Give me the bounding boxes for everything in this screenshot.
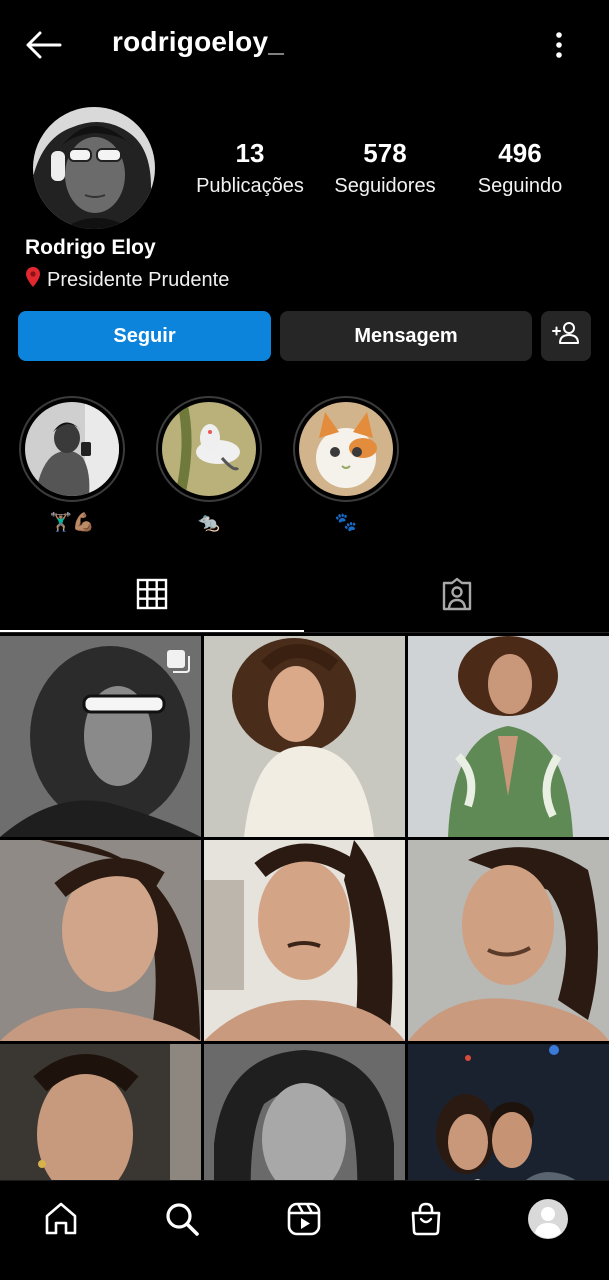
post-thumbnail[interactable] — [408, 1044, 609, 1182]
home-icon — [43, 1201, 79, 1242]
stat-seguidores[interactable]: 578 Seguidores — [325, 138, 445, 198]
location-pin-icon — [25, 266, 41, 294]
profile-avatar[interactable] — [33, 107, 155, 229]
search-icon — [164, 1201, 200, 1242]
shopping-bag-icon — [408, 1201, 444, 1242]
stat-label: Publicações — [196, 175, 304, 197]
bottom-navigation — [0, 1180, 609, 1280]
tabs-divider — [0, 632, 609, 633]
post-thumbnail[interactable] — [408, 636, 609, 837]
post-thumbnail[interactable] — [408, 840, 609, 1041]
nav-shop[interactable] — [402, 1197, 450, 1245]
stat-publicacoes[interactable]: 13 Publicações — [190, 138, 310, 198]
story-highlight-cat[interactable]: 🐾 — [293, 396, 399, 534]
post-thumbnail[interactable] — [204, 840, 405, 1041]
posts-grid — [0, 636, 609, 1182]
profile-username: rodrigoeloy_ — [112, 26, 284, 57]
post-thumbnail[interactable] — [204, 1044, 405, 1182]
stat-seguindo[interactable]: 496 Seguindo — [460, 138, 580, 198]
stat-value: 496 — [498, 138, 542, 168]
highlight-label: 🐾 — [334, 512, 358, 532]
stat-value: 13 — [235, 138, 265, 168]
story-highlight-rat[interactable]: 🐀 — [156, 396, 262, 534]
highlight-label: 🏋🏽‍♂️💪🏽 — [49, 512, 95, 532]
profile-avatar-icon — [527, 1198, 569, 1245]
stat-label: Seguindo — [477, 175, 563, 197]
tab-grid[interactable] — [0, 560, 304, 632]
follow-button[interactable]: Seguir — [18, 311, 271, 361]
nav-reels[interactable] — [280, 1197, 328, 1245]
back-arrow-icon[interactable] — [22, 27, 64, 63]
post-thumbnail[interactable] — [0, 840, 201, 1041]
profile-bio: Presidente Prudente — [25, 266, 229, 294]
post-thumbnail[interactable] — [204, 636, 405, 837]
stat-value: 578 — [363, 138, 407, 168]
highlight-label: 🐀 — [197, 512, 221, 532]
cat-highlight-image — [299, 402, 393, 496]
top-bar: rodrigoeloy_ — [0, 0, 609, 90]
bio-location-text: Presidente Prudente — [47, 268, 230, 291]
multiple-photos-icon — [165, 648, 191, 674]
post-thumbnail[interactable] — [0, 1044, 201, 1182]
grid-icon — [136, 578, 168, 615]
more-options-icon[interactable] — [544, 28, 574, 62]
add-person-button[interactable] — [541, 311, 591, 361]
rat-highlight-image — [162, 402, 256, 496]
stat-label: Seguidores — [334, 175, 436, 197]
reels-icon — [286, 1201, 322, 1242]
nav-home[interactable] — [37, 1197, 85, 1245]
nav-search[interactable] — [158, 1197, 206, 1245]
profile-tabs — [0, 560, 609, 634]
message-button[interactable]: Mensagem — [280, 311, 532, 361]
gym-highlight-image — [25, 402, 119, 496]
story-highlight-gym[interactable]: 🏋🏽‍♂️💪🏽 — [19, 396, 125, 534]
nav-profile[interactable] — [524, 1197, 572, 1245]
add-person-icon — [552, 321, 580, 351]
tab-tagged[interactable] — [305, 560, 609, 632]
profile-name: Rodrigo Eloy — [25, 236, 156, 259]
tagged-person-icon — [440, 577, 474, 616]
post-thumbnail[interactable] — [0, 636, 201, 837]
